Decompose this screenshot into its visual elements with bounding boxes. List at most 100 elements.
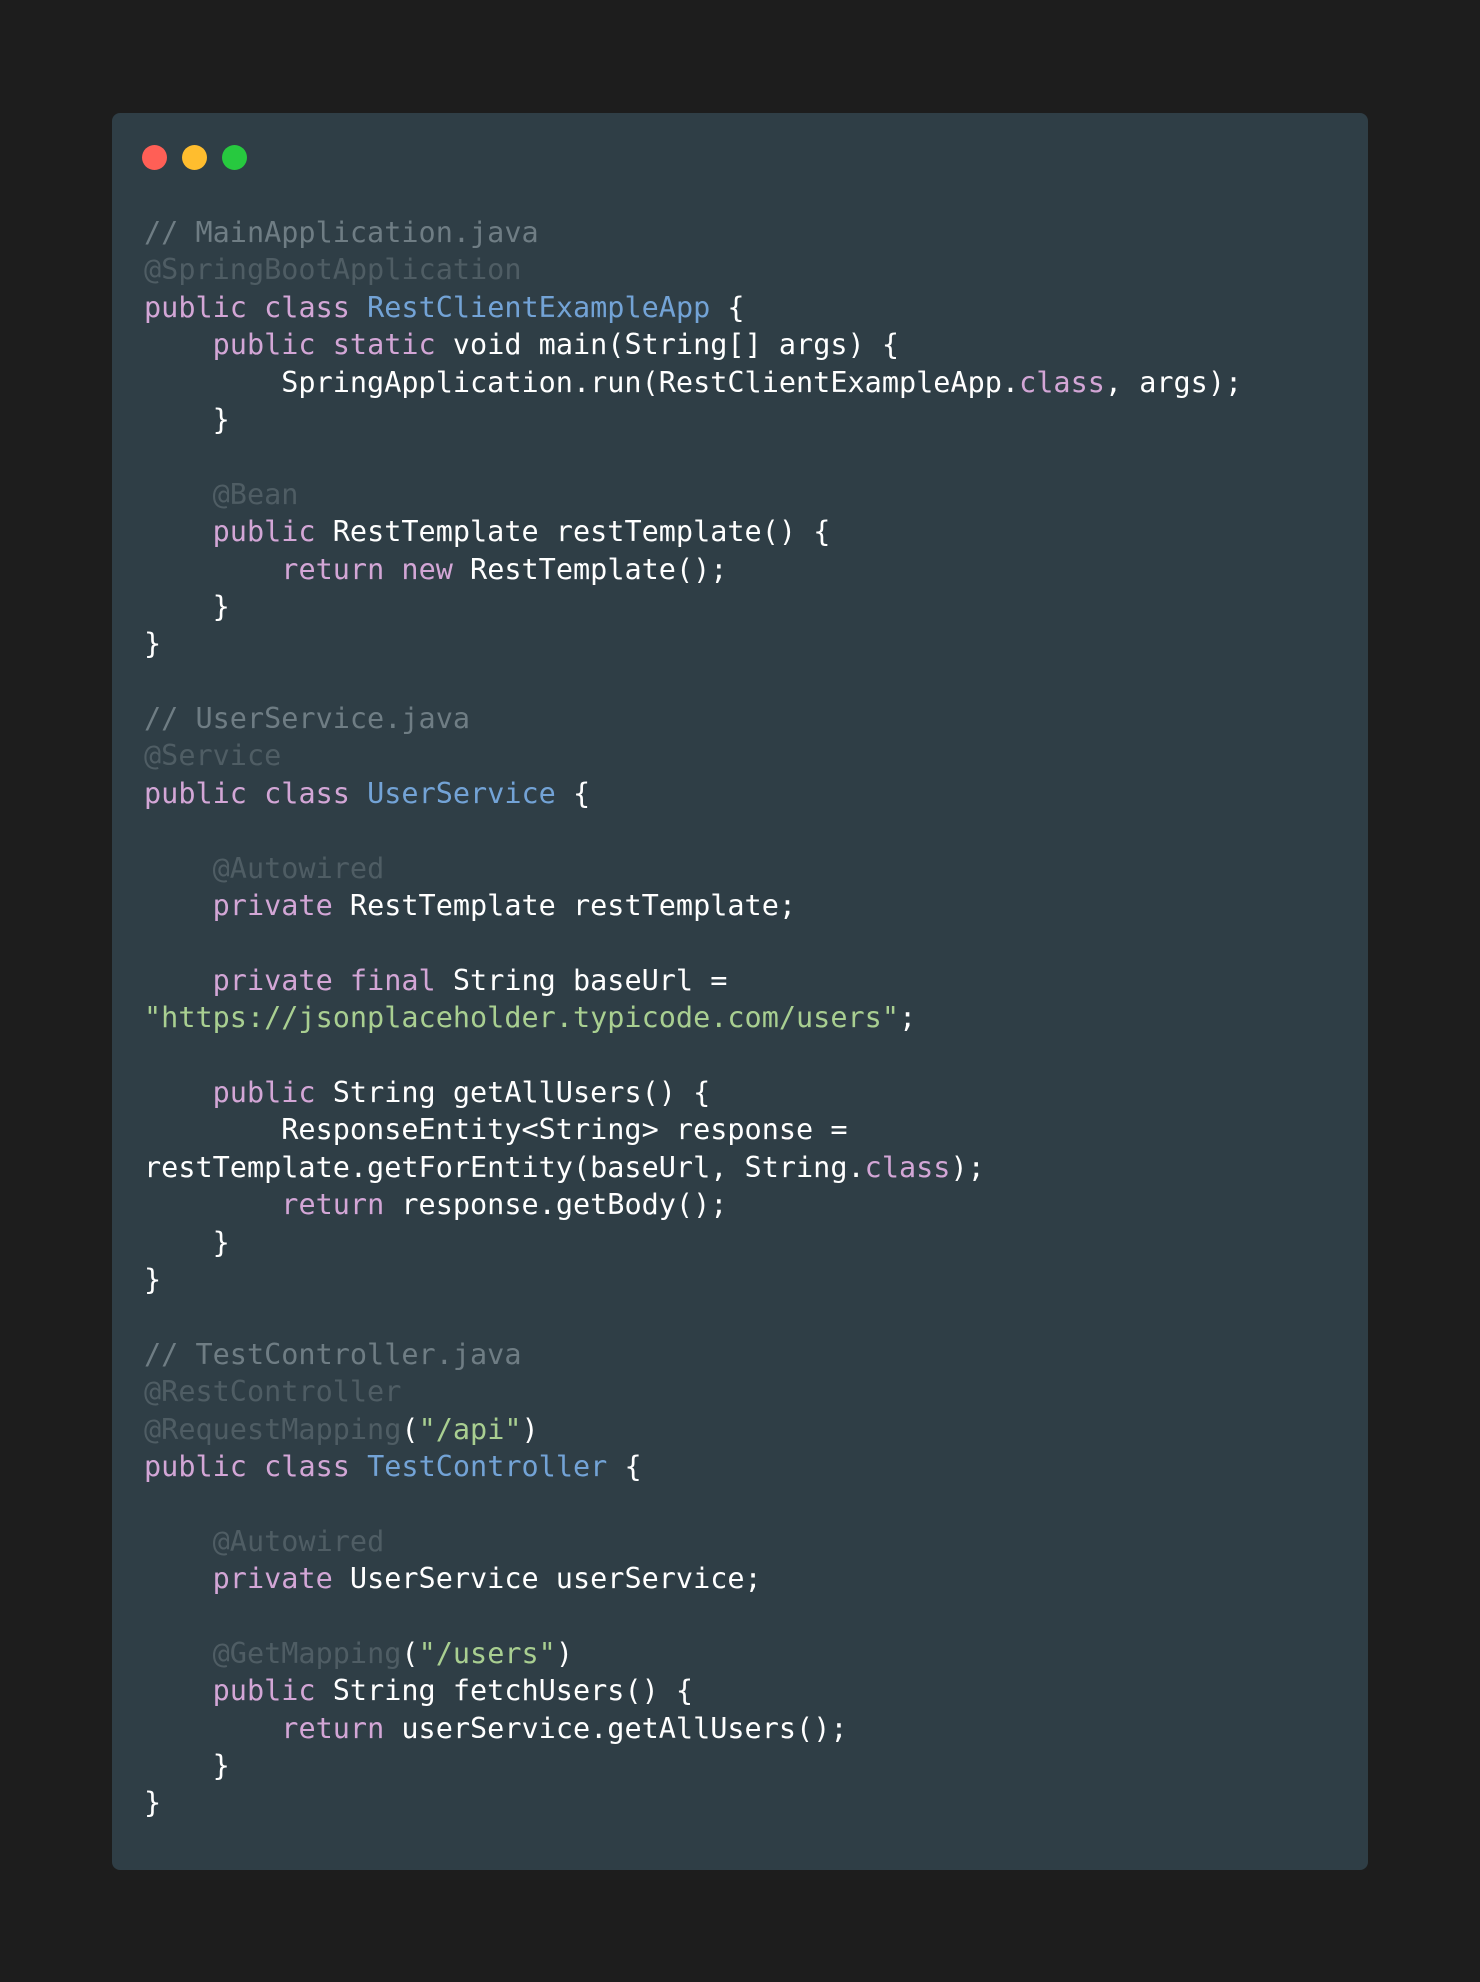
code-token: @Autowired [212,851,385,885]
code-token: SpringApplication.run(RestClientExampleA… [144,365,1020,399]
code-token: // MainApplication.java [144,216,539,249]
code-token: UserService userService; [332,1562,762,1596]
code-token: { [555,776,591,810]
code-line: restTemplate.getForEntity(baseUrl, Strin… [144,1149,1242,1186]
code-token: public [212,1674,316,1708]
code-token: } [144,1262,162,1296]
code-token: userService.getAllUsers(); [384,1711,848,1745]
code-line: } [144,625,1242,662]
code-token: class [264,776,350,810]
code-token: restTemplate.getForEntity(baseUrl, Strin… [144,1150,865,1184]
code-line: // MainApplication.java [144,214,1242,251]
code-token: } [144,1225,230,1259]
window-controls [142,145,247,171]
code-token: ) [521,1412,539,1446]
code-token: @Autowired [212,1524,385,1558]
code-line: @SpringBootApplication [144,251,1242,288]
code-token: class [264,290,350,324]
code-line: @Autowired [144,850,1242,887]
minimize-dot-icon[interactable] [182,145,207,170]
code-token: UserService [367,776,556,810]
code-token: TestController [367,1449,608,1483]
code-token: "https://jsonplaceholder.typicode.com/us… [144,1001,899,1035]
code-token: private [212,889,333,923]
code-line: @Autowired [144,1523,1242,1560]
code-line: ResponseEntity<String> response = [144,1111,1242,1148]
code-line: "https://jsonplaceholder.typicode.com/us… [144,999,1242,1036]
code-token: ; [898,1001,917,1035]
code-line: public String getAllUsers() { [144,1074,1242,1111]
code-token: public [212,515,316,549]
code-token: new [401,552,453,586]
code-token: public [212,328,316,362]
code-token: public [144,1449,247,1483]
code-token: "/api" [418,1412,522,1446]
code-token: ); [950,1150,985,1184]
code-line: private UserService userService; [144,1560,1242,1597]
code-token: private [212,963,333,997]
code-line: public class RestClientExampleApp { [144,289,1242,326]
code-token: // TestController.java [144,1337,522,1371]
code-line: @Bean [144,476,1242,513]
code-line: private final String baseUrl = [144,962,1242,999]
code-token: @SpringBootApplication [144,253,522,287]
code-token: ( [401,1636,419,1670]
code-token: private [212,1562,333,1596]
code-token: ResponseEntity<String> response = [144,1113,848,1147]
code-token: return [281,1711,385,1745]
code-line: return userService.getAllUsers(); [144,1710,1242,1747]
code-line: public class UserService { [144,775,1242,812]
code-line: public class TestController { [144,1448,1242,1485]
code-line: } [144,401,1242,438]
code-token: , args); [1104,365,1243,399]
code-token: void main(String[] args) { [435,328,899,362]
close-dot-icon[interactable] [142,145,167,170]
code-line: @Service [144,737,1242,774]
code-token: String baseUrl = [435,963,728,997]
code-line: // TestController.java [144,1336,1242,1373]
code-token: @RequestMapping [144,1412,402,1446]
code-line: } [144,1261,1242,1298]
code-token: String fetchUsers() { [315,1674,694,1708]
code-token: @Service [144,739,282,773]
code-token: return [281,1188,385,1222]
code-line: } [144,1224,1242,1261]
code-token: RestClientExampleApp [367,290,711,324]
code-token: final [349,963,436,997]
code-token: return [281,552,385,586]
code-token: class [1019,365,1105,399]
code-token: String getAllUsers() { [315,1075,711,1109]
code-token: response.getBody(); [384,1188,728,1222]
code-line: @RestController [144,1373,1242,1410]
maximize-dot-icon[interactable] [222,145,247,170]
code-token: { [607,1449,642,1483]
code-line: return new RestTemplate(); [144,551,1242,588]
code-token: class [864,1150,951,1184]
code-token: public [212,1075,316,1109]
code-line: } [144,1784,1242,1821]
